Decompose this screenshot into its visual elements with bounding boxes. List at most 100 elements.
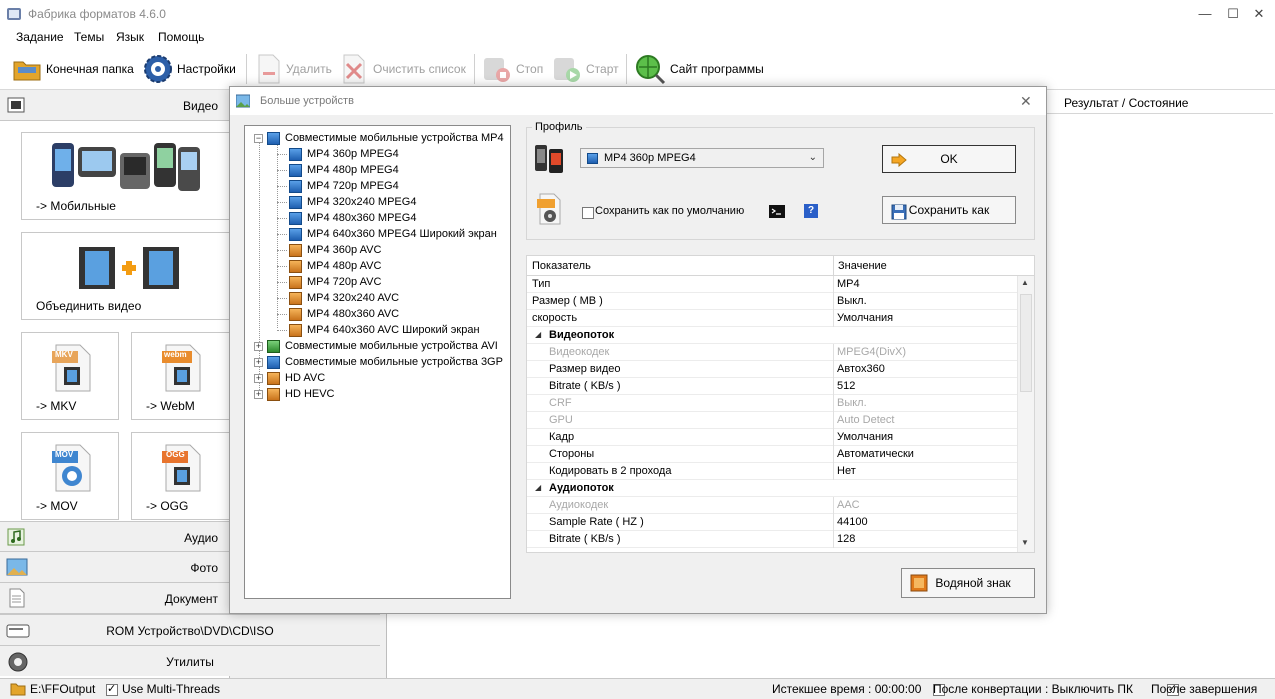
video-category-header[interactable]: Видео [0,90,230,121]
grid-scrollbar[interactable]: ▲ ▼ [1017,276,1034,552]
mov-tile[interactable]: MOV -> MOV [21,432,119,520]
properties-grid[interactable]: Показатель Значение Тип MP4 Размер ( MB ) В… [526,255,1035,553]
stop-button[interactable]: Стоп [482,53,543,85]
grid-row[interactable]: Размер видео Автоx360 [527,361,1017,378]
document-category-header[interactable]: Документ [0,583,230,614]
scroll-up-icon[interactable]: ▲ [1021,278,1029,287]
output-path[interactable]: E:\FFOutput [30,682,95,696]
ogg-tile[interactable]: OGG -> OGG [131,432,230,520]
grid-group-row[interactable]: Аудиопоток ◢ [527,480,1017,497]
grid-value-cell[interactable]: 512 [837,380,855,392]
mkv-tile[interactable]: MKV -> MKV [21,332,119,420]
maximize-button[interactable]: ☐ [1222,4,1244,24]
audio-category-header[interactable]: Аудио [0,521,230,552]
device-tree[interactable]: − Совместимые мобильные устройства MP4 M… [244,125,511,599]
mobile-tile[interactable]: -> Мобильные [21,132,230,220]
tree-item-profile[interactable]: MP4 480p MPEG4 [289,162,399,178]
save-as-button[interactable]: Сохранить как [882,196,1016,224]
grid-group-row[interactable]: Видеопоток ◢ [527,327,1017,344]
tree-node-group[interactable]: + Совместимые мобильные устройства 3GP [254,354,503,370]
param-column-header[interactable]: Показатель [532,260,591,272]
grid-value-cell[interactable]: Автоx360 [837,363,885,375]
clear-list-button[interactable]: Очистить список [341,53,466,85]
grid-row[interactable]: Кадр Умолчания [527,429,1017,446]
grid-value-cell[interactable]: Выкл. [837,295,867,307]
profile-select[interactable]: MP4 360p MPEG4 ⌄ [580,148,824,168]
rom-category-header[interactable]: ROM Устройство\DVD\CD\ISO [0,614,380,645]
column-divider[interactable] [833,256,834,276]
tree-node-group[interactable]: + Совместимые мобильные устройства AVI [254,338,498,354]
tree-item-profile[interactable]: MP4 480p AVC [289,258,381,274]
tree-node-mp4-group[interactable]: − Совместимые мобильные устройства MP4 [254,130,504,146]
join-video-tile[interactable]: Объединить видео [21,232,230,320]
tree-item-profile[interactable]: MP4 360p AVC [289,242,381,258]
utilities-category-header[interactable]: Утилиты [0,645,380,676]
watermark-button[interactable]: Водяной знак [901,568,1035,598]
command-prompt-icon[interactable] [769,205,785,218]
menu-themes[interactable]: Темы [74,30,104,44]
grid-row[interactable]: Размер ( MB ) Выкл. [527,293,1017,310]
expand-icon[interactable]: + [254,357,263,367]
group-collapse-icon[interactable]: ◢ [535,483,541,492]
start-button[interactable]: Старт [552,53,619,85]
value-column-header[interactable]: Значение [838,260,887,272]
menu-language[interactable]: Язык [116,30,144,44]
tree-item-profile[interactable]: MP4 480x360 AVC [289,306,399,322]
grid-row[interactable]: Аудиокодек AAC [527,497,1017,514]
minimize-button[interactable]: — [1194,4,1216,24]
tree-item-profile[interactable]: MP4 320x240 AVC [289,290,399,306]
grid-value-cell[interactable]: AAC [837,499,860,511]
grid-value-cell[interactable]: Auto Detect [837,414,894,426]
menu-help[interactable]: Помощь [158,30,204,44]
grid-row[interactable]: скорость Умолчания [527,310,1017,327]
tree-item-profile[interactable]: MP4 720p AVC [289,274,381,290]
output-folder-button[interactable]: Конечная папка [12,53,134,85]
dialog-close-button[interactable]: ✕ [1020,93,1032,110]
tree-node-group[interactable]: + HD AVC [254,370,325,386]
close-button[interactable]: ✕ [1248,4,1270,24]
grid-row[interactable]: Bitrate ( KB/s ) 128 [527,531,1017,548]
tree-item-profile[interactable]: MP4 320x240 MPEG4 [289,194,416,210]
tree-item-profile[interactable]: MP4 360p MPEG4 [289,146,399,162]
photo-category-header[interactable]: Фото [0,552,230,583]
settings-button[interactable]: Настройки [143,53,236,85]
grid-value-cell[interactable]: Умолчания [837,431,893,443]
expand-icon[interactable]: + [254,341,263,351]
tree-item-profile[interactable]: MP4 480x360 MPEG4 [289,210,416,226]
grid-value-cell[interactable]: 128 [837,533,855,545]
tree-node-group[interactable]: + HD HEVC [254,386,335,402]
grid-row[interactable]: Кодировать в 2 прохода Нет [527,463,1017,480]
webm-tile[interactable]: webm -> WebM [131,332,230,420]
expand-icon[interactable]: + [254,389,263,399]
grid-value-cell[interactable]: MPEG4(DivX) [837,346,906,358]
tree-item-profile[interactable]: MP4 640x360 MPEG4 Широкий экран [289,226,497,242]
website-button[interactable]: Сайт программы [634,53,764,85]
menu-task[interactable]: Задание [16,30,64,44]
grid-row[interactable]: Стороны Автоматически [527,446,1017,463]
scroll-down-icon[interactable]: ▼ [1021,538,1029,547]
collapse-icon[interactable]: − [254,133,263,143]
result-status-column-header[interactable]: Результат / Состояние [1046,92,1273,114]
tree-item-profile[interactable]: MP4 720p MPEG4 [289,178,399,194]
grid-value-cell[interactable]: MP4 [837,278,860,290]
grid-value-cell[interactable]: Умолчания [837,312,893,324]
group-collapse-icon[interactable]: ◢ [535,330,541,339]
delete-button[interactable]: Удалить [256,53,332,85]
help-icon[interactable]: ? [804,204,818,218]
ok-button[interactable]: OK [882,145,1016,173]
grid-value-cell[interactable]: Нет [837,465,856,477]
grid-row[interactable]: Bitrate ( KB/s ) 512 [527,378,1017,395]
multithreads-checkbox[interactable] [106,682,118,696]
grid-row[interactable]: Тип MP4 [527,276,1017,293]
grid-row[interactable]: Видеокодек MPEG4(DivX) [527,344,1017,361]
grid-value-cell[interactable]: Выкл. [837,397,867,409]
save-default-checkbox[interactable] [582,207,594,219]
scrollbar-thumb[interactable] [1020,294,1032,392]
grid-row[interactable]: Sample Rate ( HZ ) 44100 [527,514,1017,531]
tree-item-profile[interactable]: MP4 640x360 AVC Широкий экран [289,322,480,338]
grid-value-cell[interactable]: Автоматически [837,448,914,460]
expand-icon[interactable]: + [254,373,263,383]
grid-row[interactable]: CRF Выкл. [527,395,1017,412]
grid-value-cell[interactable]: 44100 [837,516,868,528]
grid-row[interactable]: GPU Auto Detect [527,412,1017,429]
